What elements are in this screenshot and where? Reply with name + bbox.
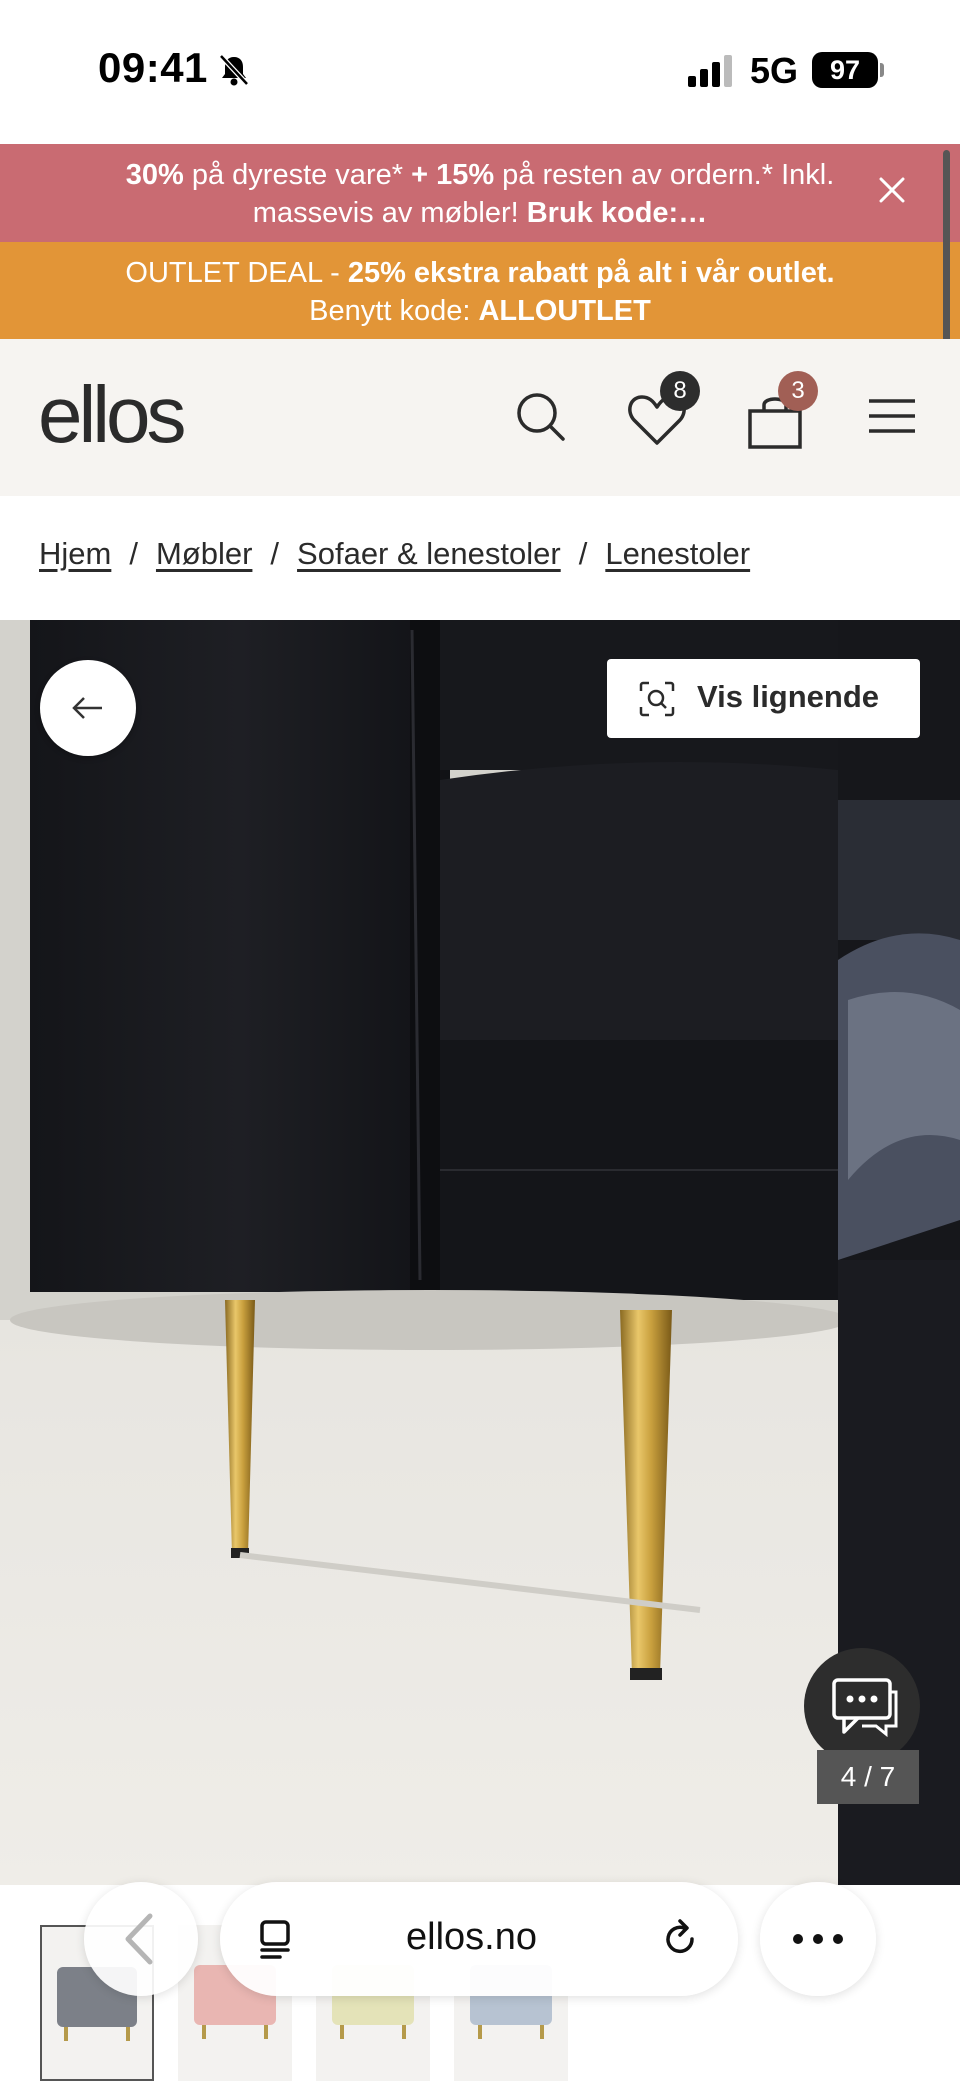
product-photo xyxy=(0,620,838,1885)
similar-items-button[interactable]: Vis lignende xyxy=(607,659,920,738)
wishlist-badge: 8 xyxy=(660,371,700,411)
chat-button[interactable] xyxy=(804,1648,920,1764)
site-header: ellos 8 3 xyxy=(0,339,960,496)
close-icon[interactable] xyxy=(872,170,912,210)
status-time: 09:41 xyxy=(98,44,208,91)
network-label: 5G xyxy=(750,50,799,91)
battery-indicator: 97 xyxy=(812,52,878,88)
battery-tip xyxy=(880,63,884,77)
reader-icon[interactable] xyxy=(254,1918,296,1960)
reload-icon[interactable] xyxy=(660,1918,702,1960)
ellos-logo[interactable]: ellos xyxy=(38,369,187,461)
more-icon xyxy=(793,1934,843,1944)
status-bar: 09:41 5G 97 xyxy=(0,0,960,144)
breadcrumb-separator: / xyxy=(270,536,280,571)
outlet-banner[interactable]: OUTLET DEAL - 25% ekstra rabatt på alt i… xyxy=(0,242,960,339)
outlet-code: ALLOUTLET xyxy=(478,295,651,327)
similar-items-label: Vis lignende xyxy=(697,679,880,714)
promo-banner[interactable]: 30% på dyreste vare* + 15% på resten av … xyxy=(0,144,960,242)
search-icon[interactable] xyxy=(505,381,575,451)
breadcrumb-sofas[interactable]: Sofaer & lenestoler xyxy=(297,536,561,571)
outlet-highlight: 25% ekstra rabatt på alt i vår outlet. xyxy=(347,257,835,289)
bell-mute-icon xyxy=(219,54,249,86)
more-options-button[interactable] xyxy=(760,1882,876,1996)
outlet-body: Benytt kode: xyxy=(309,295,479,327)
arrow-left-icon xyxy=(72,697,102,719)
promo-text1: på dyreste vare* xyxy=(183,159,412,191)
product-image[interactable] xyxy=(0,620,838,1885)
promo-code-label: Bruk kode:… xyxy=(526,197,708,229)
chat-icon xyxy=(832,1678,898,1738)
breadcrumb-furniture[interactable]: Møbler xyxy=(156,536,252,571)
image-counter: 4 / 7 xyxy=(817,1750,919,1804)
browser-back-button[interactable] xyxy=(84,1882,198,1996)
address-bar[interactable]: ellos.no xyxy=(220,1882,738,1996)
gallery-back-button[interactable] xyxy=(40,660,136,756)
breadcrumb-separator: / xyxy=(578,536,588,571)
url-text: ellos.no xyxy=(406,1916,537,1958)
signal-icon xyxy=(688,55,732,87)
menu-icon[interactable] xyxy=(857,381,927,451)
breadcrumb-separator: / xyxy=(129,536,138,571)
breadcrumb-home[interactable]: Hjem xyxy=(39,536,111,571)
visual-search-icon xyxy=(639,681,675,717)
promo-pct1: 30% xyxy=(125,159,184,191)
promo-text: 30% på dyreste vare* + 15% på resten av … xyxy=(120,156,840,232)
outlet-lead: OUTLET DEAL - xyxy=(125,257,348,289)
outlet-text: OUTLET DEAL - 25% ekstra rabatt på alt i… xyxy=(100,254,860,330)
breadcrumb-armchairs[interactable]: Lenestoler xyxy=(605,536,750,571)
cart-badge: 3 xyxy=(778,371,818,411)
chevron-left-icon xyxy=(125,1913,153,1965)
promo-pct2: + 15% xyxy=(411,159,495,191)
breadcrumb: Hjem / Møbler / Sofaer & lenestoler / Lenestol… xyxy=(39,536,750,572)
